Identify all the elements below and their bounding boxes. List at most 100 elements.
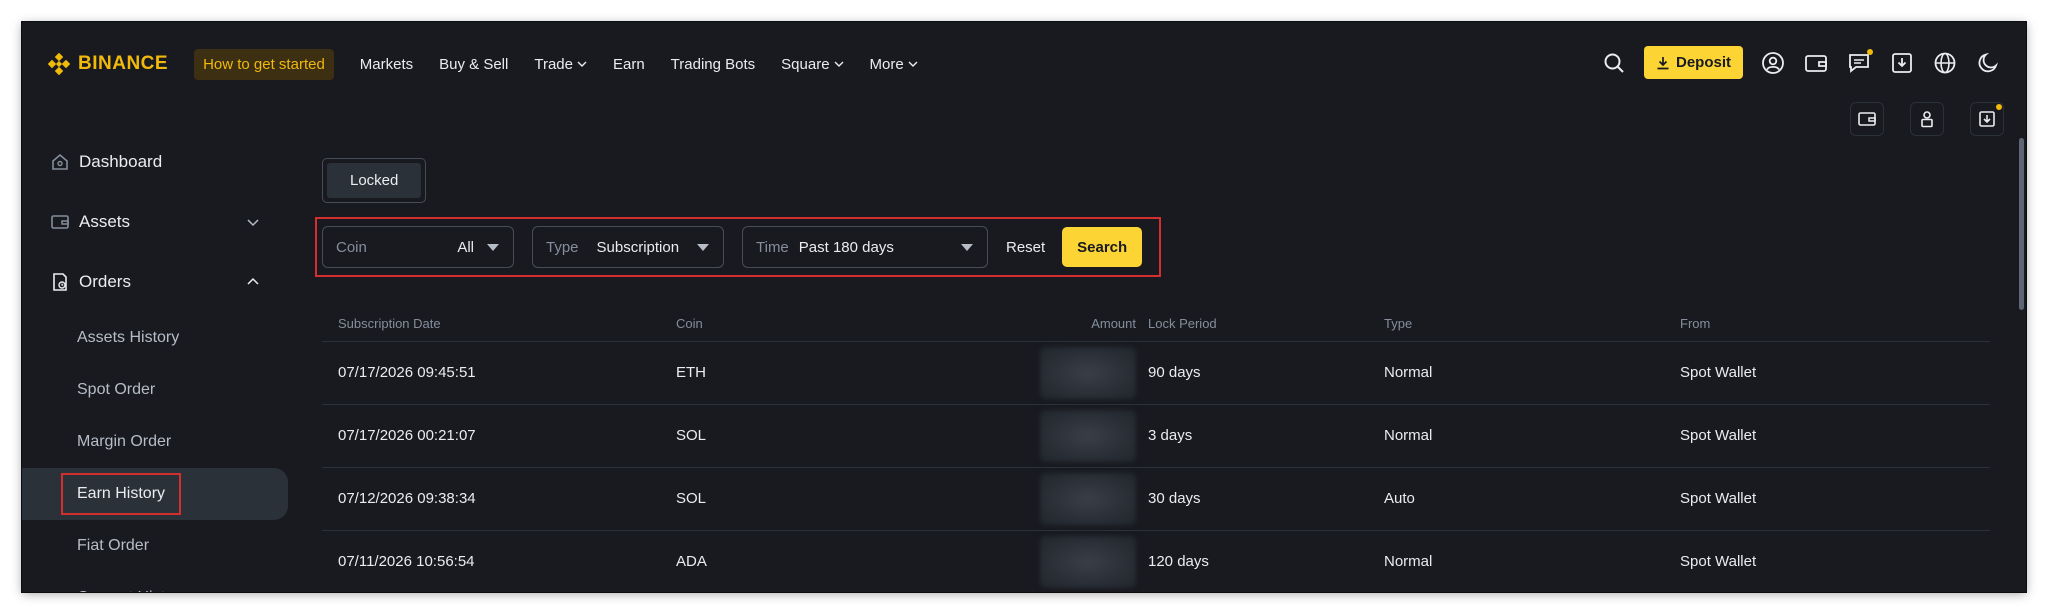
language-button[interactable] (1933, 51, 1957, 75)
theme-toggle-button[interactable] (1976, 51, 2000, 75)
sidebar-item-assets[interactable]: Assets (22, 192, 288, 252)
notification-dot (1996, 104, 2002, 110)
orders-icon (53, 273, 67, 291)
nav-buy-sell-label: Buy & Sell (439, 55, 509, 73)
nav-buy-sell[interactable]: Buy & Sell (439, 56, 508, 73)
download-icon (1657, 56, 1669, 69)
cell-amount (998, 466, 1148, 530)
nav-more[interactable]: More (870, 56, 918, 73)
coin-select[interactable]: Coin All (322, 226, 514, 268)
notification-dot (1867, 48, 1873, 55)
cell-from: Spot Wallet (1680, 403, 1990, 467)
page-scrollbar[interactable] (2019, 138, 2024, 310)
cell-coin: SOL (676, 466, 998, 530)
redacted-amount (1040, 535, 1136, 588)
cell-amount (998, 529, 1148, 592)
sidebar-item-orders[interactable]: Orders (22, 252, 288, 312)
home-icon (52, 153, 68, 170)
table-row: 07/12/2026 09:38:34 SOL 30 days Auto Spo… (322, 466, 1990, 530)
sidebar-item-spot-order[interactable]: Spot Order (22, 364, 288, 416)
time-select-label: Time (756, 238, 789, 256)
sidebar: Dashboard Assets Orders Assets History S… (22, 132, 288, 592)
nav-trading-bots-label: Trading Bots (670, 55, 756, 73)
moon-icon (1978, 52, 1998, 72)
type-select-value: Subscription (596, 238, 680, 256)
binance-logo[interactable]: BINANCE (46, 51, 168, 77)
wallet-button[interactable] (1804, 51, 1828, 75)
download-app-button[interactable] (1890, 51, 1914, 75)
col-lock-period: Lock Period (1148, 316, 1217, 332)
sidebar-item-convert-history[interactable]: Convert History (22, 572, 288, 592)
cell-from: Spot Wallet (1680, 340, 1990, 404)
deposit-label: Deposit (1675, 54, 1731, 71)
user-lock-icon (1921, 111, 1933, 128)
nav-trading-bots[interactable]: Trading Bots (671, 56, 756, 73)
chevron-down-icon (247, 219, 259, 227)
quick-wallet-button[interactable] (1850, 102, 1884, 136)
cell-lock-period: 90 days (1148, 340, 1384, 404)
quick-download-button[interactable] (1970, 102, 2004, 136)
col-subscription-date: Subscription Date (338, 316, 441, 332)
wallet-icon (1858, 112, 1876, 126)
cell-type: Normal (1384, 340, 1680, 404)
cell-lock-period: 120 days (1148, 529, 1384, 592)
get-started-link[interactable]: How to get started (194, 48, 334, 80)
messages-button[interactable] (1847, 48, 1873, 75)
caret-down-icon (487, 244, 499, 251)
search-button[interactable] (1602, 51, 1626, 75)
sidebar-item-label: Assets (79, 212, 131, 231)
search-icon (1604, 53, 1624, 73)
table-row: 07/11/2026 10:56:54 ADA 120 days Normal … (322, 529, 1990, 592)
cell-date: 07/11/2026 10:56:54 (322, 529, 676, 592)
nav-earn-label: Earn (612, 55, 645, 73)
reset-button[interactable]: Reset (1006, 239, 1045, 256)
redacted-amount (1040, 346, 1136, 399)
sidebar-item-assets-history[interactable]: Assets History (22, 312, 288, 364)
deposit-button[interactable]: Deposit (1643, 46, 1743, 79)
tab-group: Locked (322, 158, 427, 203)
sidebar-item-earn-history-label: Earn History (61, 473, 182, 515)
redacted-amount (1040, 472, 1136, 525)
time-select[interactable]: Time Past 180 days (742, 226, 988, 268)
coin-select-label: Coin (336, 238, 367, 256)
table-header-row: Subscription Date Coin Amount Lock Perio… (322, 307, 1990, 341)
nav-trade[interactable]: Trade (534, 56, 587, 73)
download-box-icon (1979, 111, 1995, 127)
nav-square-label: Square (781, 55, 830, 73)
cell-amount (998, 340, 1148, 404)
coin-select-value: All (457, 238, 474, 256)
col-amount: Amount (1091, 316, 1136, 332)
caret-down-icon (961, 244, 973, 251)
nav-markets[interactable]: Markets (360, 56, 413, 73)
search-button[interactable]: Search (1062, 227, 1143, 267)
quick-actions (1850, 102, 2004, 136)
filter-bar: Coin All Type Subscription Time Past 180… (315, 217, 1161, 277)
type-select-label: Type (546, 238, 579, 256)
redacted-amount (1040, 409, 1136, 462)
cell-type: Normal (1384, 403, 1680, 467)
cell-from: Spot Wallet (1680, 466, 1990, 530)
sidebar-item-margin-order[interactable]: Margin Order (22, 416, 288, 468)
earn-history-table: Subscription Date Coin Amount Lock Perio… (322, 307, 1990, 592)
cell-type: Normal (1384, 529, 1680, 592)
quick-transfer-button[interactable] (1910, 102, 1944, 136)
nav-right-actions: Deposit (1602, 46, 2000, 79)
time-select-value: Past 180 days (798, 238, 894, 256)
cell-type: Auto (1384, 466, 1680, 530)
nav-earn[interactable]: Earn (613, 56, 645, 73)
sidebar-item-fiat-order[interactable]: Fiat Order (22, 520, 288, 572)
cell-lock-period: 30 days (1148, 466, 1384, 530)
type-select[interactable]: Type Subscription (532, 226, 724, 268)
cell-date: 07/17/2026 00:21:07 (322, 403, 676, 467)
nav-square[interactable]: Square (781, 55, 844, 73)
chevron-down-icon (834, 61, 844, 67)
col-coin: Coin (676, 316, 703, 332)
cell-amount (998, 403, 1148, 467)
cell-date: 07/12/2026 09:38:34 (322, 466, 676, 530)
wallet-icon (1805, 54, 1827, 72)
tab-locked[interactable]: Locked (327, 163, 422, 198)
sidebar-item-dashboard[interactable]: Dashboard (22, 132, 288, 192)
sidebar-item-earn-history[interactable]: Earn History (22, 468, 288, 520)
app-window: BINANCE How to get started Markets Buy &… (22, 22, 2026, 592)
profile-button[interactable] (1761, 51, 1785, 75)
